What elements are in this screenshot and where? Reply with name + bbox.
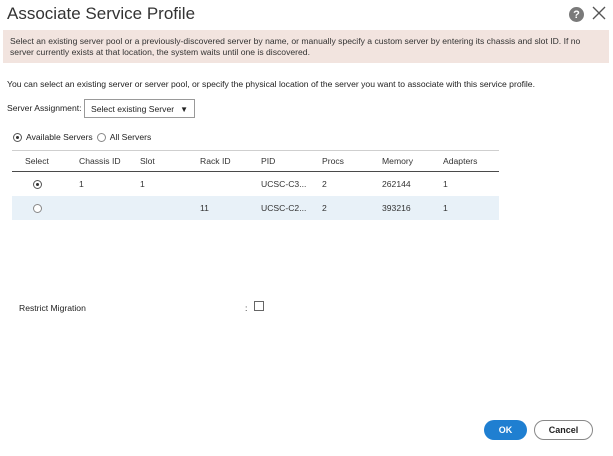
column-header-select[interactable]: Select xyxy=(25,156,49,166)
available-servers-label[interactable]: Available Servers xyxy=(26,132,93,142)
column-header-procs[interactable]: Procs xyxy=(322,156,344,166)
server-assignment-label: Server Assignment: xyxy=(7,103,82,113)
table-header: Select Chassis ID Slot Rack ID PID Procs… xyxy=(12,150,499,172)
cell-rack-id: 11 xyxy=(200,203,209,213)
chevron-down-icon: ▼ xyxy=(180,105,188,114)
cell-procs: 2 xyxy=(322,179,327,189)
column-header-chassis-id[interactable]: Chassis ID xyxy=(79,156,121,166)
cell-adapters: 1 xyxy=(443,203,448,213)
close-icon[interactable] xyxy=(591,5,607,21)
column-header-slot[interactable]: Slot xyxy=(140,156,155,166)
restrict-migration-colon: : xyxy=(245,303,248,313)
row-select-radio[interactable] xyxy=(33,204,42,213)
description-text: You can select an existing server or ser… xyxy=(7,79,535,89)
cell-pid: UCSC-C2... xyxy=(261,203,307,213)
cell-pid: UCSC-C3... xyxy=(261,179,307,189)
all-servers-label[interactable]: All Servers xyxy=(110,132,152,142)
cancel-button[interactable]: Cancel xyxy=(534,420,593,440)
cell-adapters: 1 xyxy=(443,179,448,189)
column-header-memory[interactable]: Memory xyxy=(382,156,413,166)
servers-table: Select Chassis ID Slot Rack ID PID Procs… xyxy=(12,150,499,220)
column-header-rack-id[interactable]: Rack ID xyxy=(200,156,231,166)
server-assignment-dropdown[interactable]: Select existing Server ▼ xyxy=(84,99,195,118)
associate-service-profile-dialog: Associate Service Profile ? Select an ex… xyxy=(0,0,613,456)
cell-procs: 2 xyxy=(322,203,327,213)
column-header-adapters[interactable]: Adapters xyxy=(443,156,477,166)
server-assignment-value: Select existing Server xyxy=(91,103,175,114)
table-row[interactable]: 11 UCSC-C2... 2 393216 1 xyxy=(12,196,499,220)
restrict-migration-checkbox[interactable] xyxy=(254,301,264,311)
row-select-radio[interactable] xyxy=(33,180,42,189)
column-header-pid[interactable]: PID xyxy=(261,156,275,166)
cell-chassis-id: 1 xyxy=(79,179,84,189)
dialog-title: Associate Service Profile xyxy=(7,4,196,23)
cell-memory: 393216 xyxy=(382,203,411,213)
available-servers-radio[interactable] xyxy=(13,132,22,142)
table-row[interactable]: 1 1 UCSC-C3... 2 262144 1 xyxy=(12,172,499,196)
cell-memory: 262144 xyxy=(382,179,411,189)
all-servers-radio[interactable] xyxy=(96,132,106,142)
help-icon[interactable]: ? xyxy=(569,7,584,22)
info-banner: Select an existing server pool or a prev… xyxy=(3,30,609,63)
restrict-migration-label: Restrict Migration xyxy=(19,303,86,313)
ok-button[interactable]: OK xyxy=(484,420,527,440)
cell-slot: 1 xyxy=(140,179,145,189)
server-filter-group: Available Servers All Servers xyxy=(13,131,155,143)
